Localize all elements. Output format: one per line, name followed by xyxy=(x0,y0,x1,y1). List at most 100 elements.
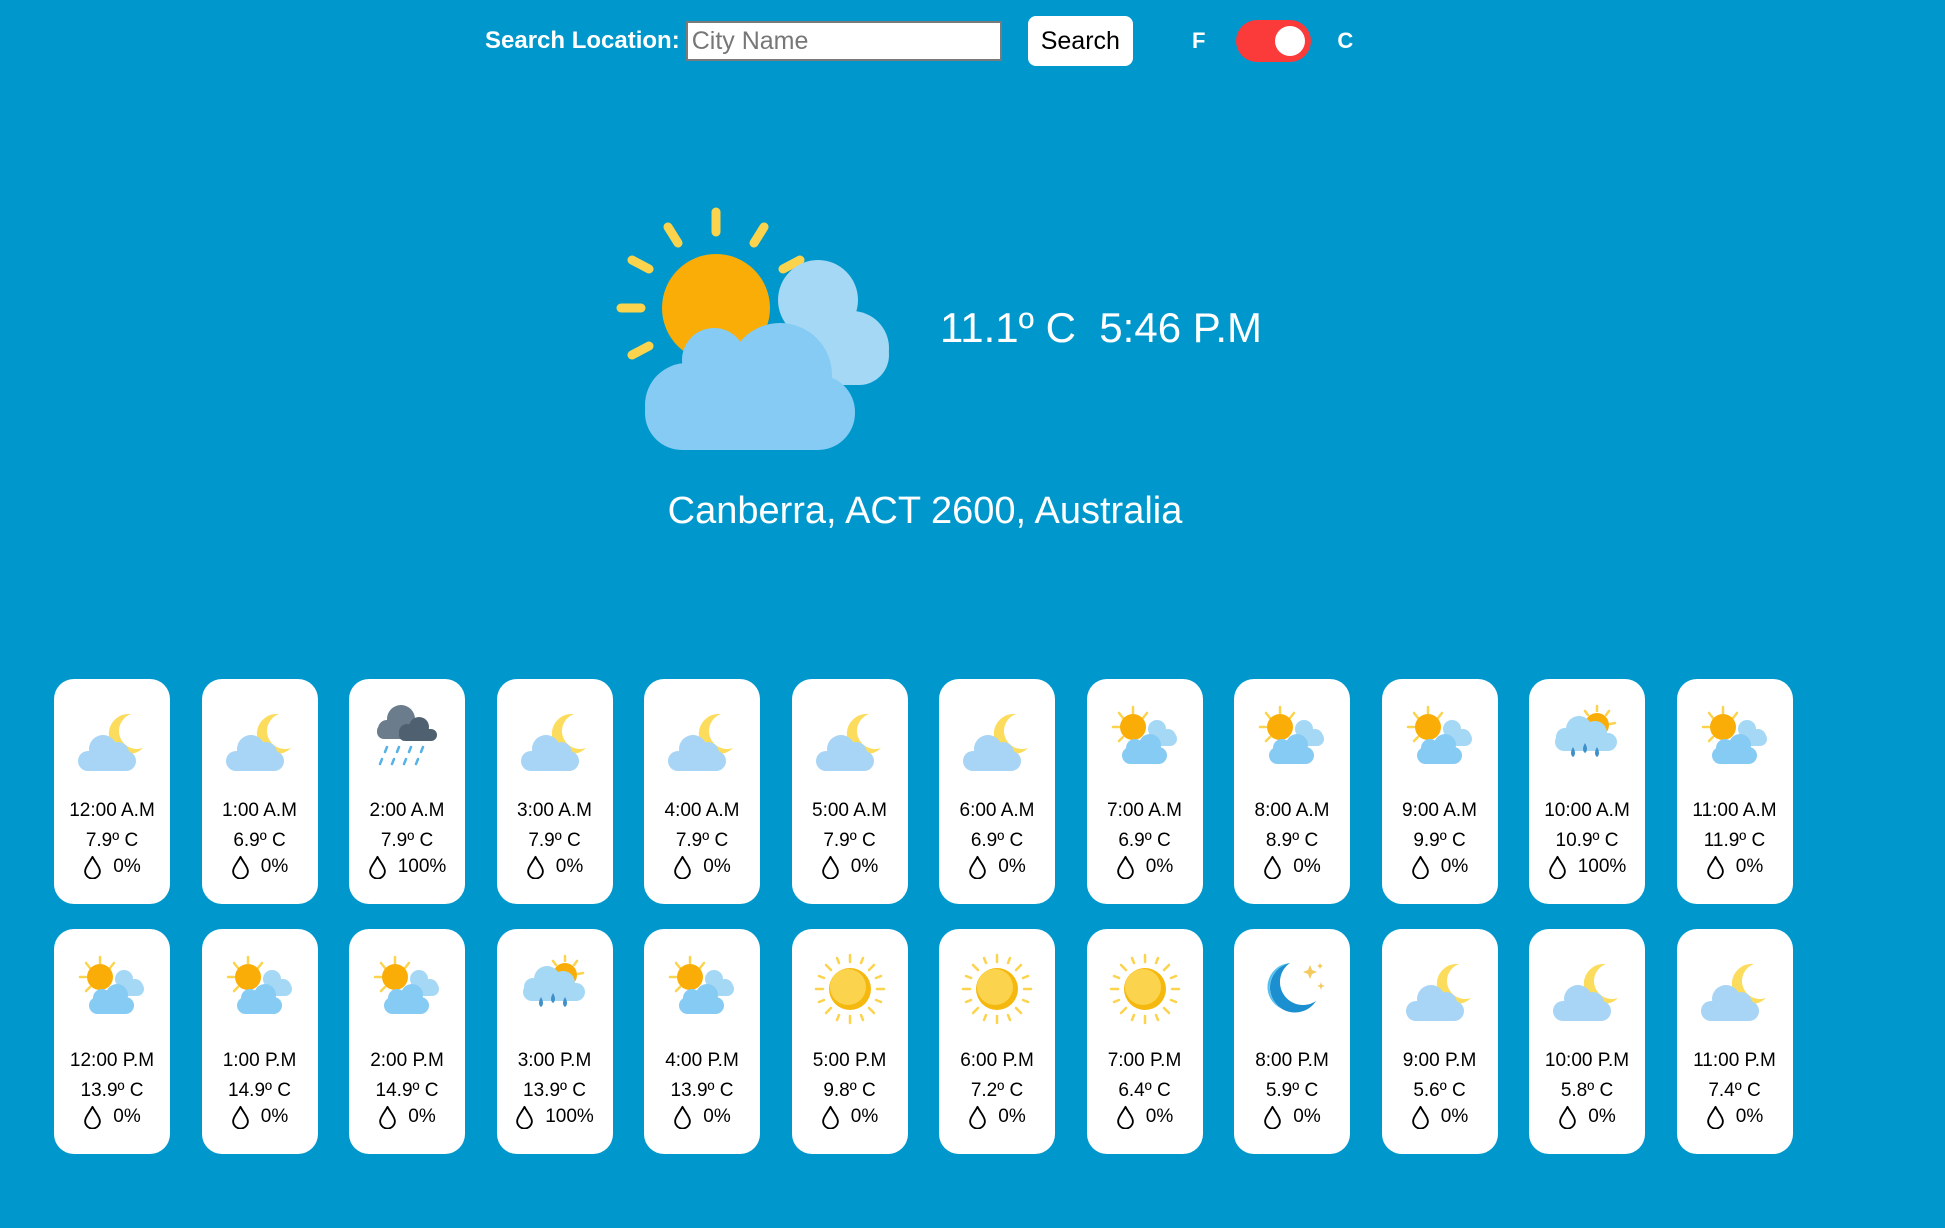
precipitation-value: 0% xyxy=(260,1106,289,1127)
precipitation-value: 0% xyxy=(1588,1106,1616,1127)
water-drop-icon xyxy=(1411,1105,1441,1129)
hour-card[interactable]: 12:00 A.M 7.9º C 0% xyxy=(54,679,170,904)
unit-toggle[interactable] xyxy=(1236,20,1312,62)
hour-precipitation: 0% xyxy=(1234,1105,1350,1129)
hour-time: 7:00 A.M xyxy=(1107,800,1182,821)
water-drop-icon xyxy=(1116,855,1146,879)
hour-time: 10:00 A.M xyxy=(1544,800,1630,821)
water-drop-icon xyxy=(1548,855,1578,879)
hour-time: 6:00 P.M xyxy=(960,1050,1034,1071)
cloudy-night-icon xyxy=(72,699,152,779)
hour-temperature: 14.9º C xyxy=(228,1080,291,1101)
precipitation-value: 0% xyxy=(555,856,584,877)
hour-card[interactable]: 3:00 P.M 13.9º C 100% xyxy=(496,929,613,1154)
precipitation-value: 0% xyxy=(850,856,879,877)
hour-card[interactable]: 1:00 A.M 6.9º C 0% xyxy=(201,679,318,904)
hour-card[interactable]: 11:00 P.M 7.4º C 0% xyxy=(1676,929,1793,1154)
hour-card[interactable]: 6:00 A.M 6.9º C 0% xyxy=(939,679,1055,904)
partly-cloudy-day-icon xyxy=(72,949,152,1029)
cloudy-night-icon xyxy=(1695,949,1775,1029)
precipitation-value: 0% xyxy=(1735,856,1764,877)
hour-card[interactable]: 10:00 P.M 5.8º C 0% xyxy=(1529,929,1645,1154)
precipitation-value: 0% xyxy=(113,1106,141,1127)
hour-card[interactable]: 9:00 P.M 5.6º C 0% xyxy=(1381,929,1498,1154)
hour-card[interactable]: 5:00 P.M 9.8º C 0% xyxy=(791,929,908,1154)
water-drop-icon xyxy=(231,1105,261,1129)
hour-card[interactable]: 7:00 A.M 6.9º C 0% xyxy=(1086,679,1203,904)
hour-time: 12:00 A.M xyxy=(69,800,155,821)
cloudy-night-icon xyxy=(220,699,300,779)
hour-temperature: 5.8º C xyxy=(1560,1080,1614,1101)
hour-precipitation: 0% xyxy=(644,1105,760,1129)
search-button[interactable]: Search xyxy=(1027,16,1133,66)
hour-card[interactable]: 8:00 P.M 5.9º C 0% xyxy=(1234,929,1350,1154)
hour-precipitation: 0% xyxy=(1087,1105,1203,1129)
precipitation-value: 0% xyxy=(1145,1106,1174,1127)
hour-temperature: 11.9º C xyxy=(1703,830,1766,851)
hour-precipitation: 0% xyxy=(202,855,318,879)
hour-time: 11:00 P.M xyxy=(1693,1050,1776,1071)
hour-time: 10:00 P.M xyxy=(1544,1050,1630,1071)
search-bar: Search Location: Search F C xyxy=(485,16,1353,66)
water-drop-icon xyxy=(1558,1105,1588,1129)
hour-precipitation: 0% xyxy=(939,1105,1055,1129)
hour-time: 2:00 P.M xyxy=(370,1050,444,1071)
hour-time: 8:00 P.M xyxy=(1255,1050,1329,1071)
precipitation-value: 0% xyxy=(1293,1106,1321,1127)
hour-time: 1:00 P.M xyxy=(222,1050,297,1071)
hour-time: 5:00 A.M xyxy=(812,800,887,821)
hour-card[interactable]: 4:00 A.M 7.9º C 0% xyxy=(644,679,760,904)
hour-time: 7:00 P.M xyxy=(1107,1050,1182,1071)
hour-time: 2:00 A.M xyxy=(369,800,445,821)
hour-card[interactable]: 7:00 P.M 6.4º C 0% xyxy=(1086,929,1203,1154)
cloudy-night-icon xyxy=(515,699,595,779)
hour-card[interactable]: 9:00 A.M 9.9º C 0% xyxy=(1381,679,1498,904)
water-drop-icon xyxy=(83,1105,113,1129)
hour-card[interactable]: 4:00 P.M 13.9º C 0% xyxy=(644,929,760,1154)
hour-time: 9:00 P.M xyxy=(1402,1050,1477,1071)
water-drop-icon xyxy=(368,855,398,879)
hour-card[interactable]: 10:00 A.M 10.9º C 100% xyxy=(1529,679,1645,904)
hour-card[interactable]: 3:00 A.M 7.9º C 0% xyxy=(496,679,613,904)
precipitation-value: 100% xyxy=(1577,856,1627,877)
celsius-label: C xyxy=(1337,28,1354,53)
hour-time: 8:00 A.M xyxy=(1254,800,1330,821)
hour-time: 3:00 A.M xyxy=(517,800,592,821)
hour-temperature: 13.9º C xyxy=(80,1080,144,1101)
hour-time: 4:00 P.M xyxy=(665,1050,739,1071)
search-input[interactable] xyxy=(685,21,1002,61)
sun-rain-icon xyxy=(1547,699,1627,779)
hour-card[interactable]: 2:00 P.M 14.9º C 0% xyxy=(349,929,465,1154)
cloudy-night-icon xyxy=(810,699,890,779)
hour-card[interactable]: 5:00 A.M 7.9º C 0% xyxy=(791,679,908,904)
partly-cloudy-day-icon xyxy=(662,949,742,1029)
hour-temperature: 9.9º C xyxy=(1413,830,1466,851)
location-name: Canberra, ACT 2600, Australia xyxy=(667,490,1183,532)
water-drop-icon xyxy=(1116,1105,1146,1129)
water-drop-icon xyxy=(1706,855,1736,879)
hour-temperature: 14.9º C xyxy=(375,1080,439,1101)
precipitation-value: 0% xyxy=(1735,1106,1764,1127)
hour-time: 1:00 A.M xyxy=(222,800,297,821)
water-drop-icon xyxy=(1263,855,1293,879)
partly-cloudy-day-icon xyxy=(1695,699,1775,779)
hour-card[interactable]: 8:00 A.M 8.9º C 0% xyxy=(1234,679,1350,904)
hour-card[interactable]: 2:00 A.M 7.9º C 100% xyxy=(349,679,465,904)
hour-temperature: 7.9º C xyxy=(823,830,876,851)
partly-cloudy-day-icon xyxy=(1400,699,1480,779)
hour-card[interactable]: 12:00 P.M 13.9º C 0% xyxy=(54,929,170,1154)
hour-precipitation: 0% xyxy=(1677,855,1793,879)
hour-temperature: 8.9º C xyxy=(1265,830,1319,851)
hour-temperature: 7.9º C xyxy=(528,830,581,851)
sunny-icon xyxy=(1105,949,1185,1029)
hour-temperature: 6.9º C xyxy=(233,830,286,851)
hour-card[interactable]: 1:00 P.M 14.9º C 0% xyxy=(201,929,318,1154)
current-temperature-time: 11.1º C 5:46 P.M xyxy=(940,304,1262,351)
hour-card[interactable]: 11:00 A.M 11.9º C 0% xyxy=(1676,679,1793,904)
sunny-icon xyxy=(810,949,890,1029)
water-drop-icon xyxy=(526,855,556,879)
precipitation-value: 0% xyxy=(703,856,731,877)
hour-card[interactable]: 6:00 P.M 7.2º C 0% xyxy=(939,929,1055,1154)
hour-time: 9:00 A.M xyxy=(1402,800,1477,821)
hour-temperature: 9.8º C xyxy=(823,1080,876,1101)
